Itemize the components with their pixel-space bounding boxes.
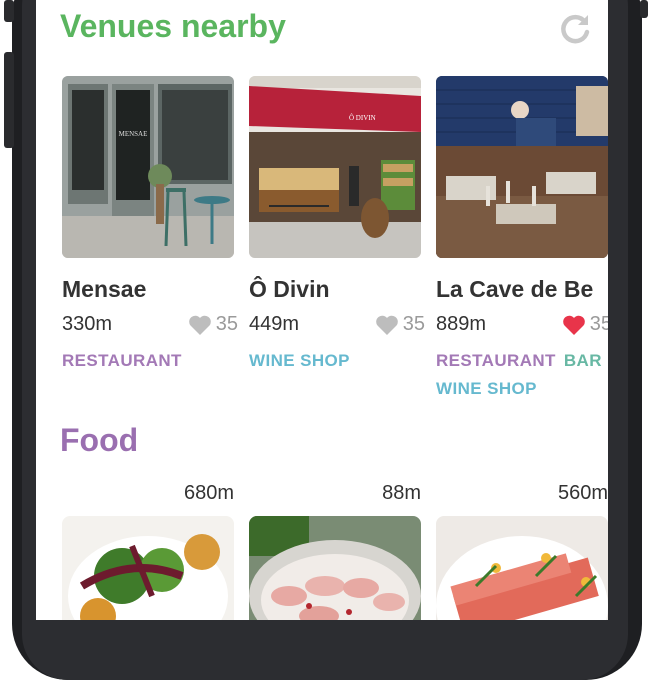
tag-wine-shop[interactable]: WINE SHOP <box>249 351 350 370</box>
venue-tags: RESTAURANT BAR WINE SHOP <box>436 347 608 403</box>
venue-card[interactable]: MENSAE Mensae 330m 35 RESTAURANT <box>62 76 238 375</box>
volume-button <box>4 52 14 148</box>
venue-card[interactable]: Ô DIVIN Ô Divin 449m 35 WINE SHOP <box>249 76 425 375</box>
venue-photo <box>436 76 608 258</box>
venue-distance: 889m <box>436 313 487 335</box>
venue-name: Mensae <box>62 276 147 302</box>
venue-likes-count: 35 <box>215 313 238 335</box>
venue-meta: 449m 35 <box>249 313 425 341</box>
food-section-title: Food <box>60 422 139 458</box>
venue-distance: 330m <box>62 313 113 335</box>
tag-restaurant[interactable]: RESTAURANT <box>62 351 182 370</box>
heart-icon <box>562 315 585 335</box>
venue-meta: 330m 35 <box>62 313 238 341</box>
venue-name: La Cave de Be <box>436 276 594 302</box>
food-distance: 680m <box>183 482 234 504</box>
food-distance: 560m <box>557 482 608 504</box>
tag-wine-shop[interactable]: WINE SHOP <box>436 379 537 398</box>
food-card[interactable]: 680m <box>62 482 234 620</box>
food-photo <box>62 516 234 620</box>
venue-tags: WINE SHOP <box>249 347 421 375</box>
svg-text:MENSAE: MENSAE <box>119 130 148 138</box>
heart-icon <box>188 315 211 335</box>
food-photo <box>436 516 608 620</box>
food-card[interactable]: 560m <box>436 482 608 620</box>
venue-tags: RESTAURANT <box>62 347 234 375</box>
heart-icon <box>375 315 398 335</box>
mute-switch <box>4 0 14 22</box>
venue-likes[interactable]: 35 <box>188 313 238 336</box>
tag-restaurant[interactable]: RESTAURANT <box>436 351 556 370</box>
venue-photo: Ô DIVIN <box>249 76 421 258</box>
venue-likes-count: 35 <box>402 313 425 335</box>
venue-likes[interactable]: 35 <box>562 313 608 336</box>
food-distance: 88m <box>382 482 421 504</box>
power-button <box>640 0 648 18</box>
food-card[interactable]: 88m <box>249 482 421 620</box>
venue-meta: 889m 35 <box>436 313 608 341</box>
venue-likes-count: 35 <box>589 313 608 335</box>
venue-distance: 449m <box>249 313 300 335</box>
svg-text:Ô DIVIN: Ô DIVIN <box>349 114 376 122</box>
venue-card[interactable]: La Cave de Be 889m 35 RESTAURANT BAR WINE… <box>436 76 608 403</box>
tag-bar[interactable]: BAR <box>564 351 602 370</box>
venue-likes[interactable]: 35 <box>375 313 425 336</box>
venue-photo: MENSAE <box>62 76 234 258</box>
venue-name: Ô Divin <box>249 276 330 302</box>
refresh-icon[interactable] <box>558 12 592 46</box>
venues-section-title: Venues nearby <box>60 8 286 44</box>
app-screen: Venues nearby MENSAE Mensae 330m 35 REST… <box>36 0 608 620</box>
food-photo <box>249 516 421 620</box>
